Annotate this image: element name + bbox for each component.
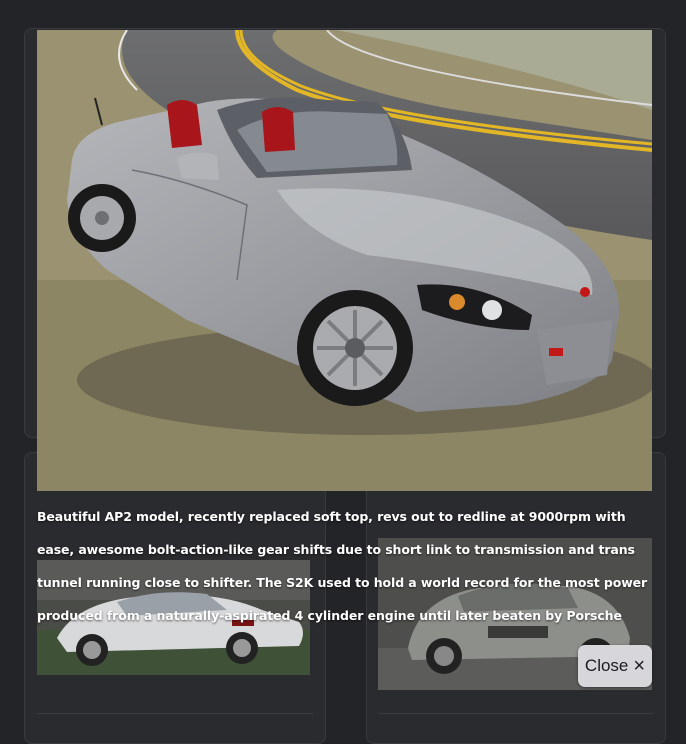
close-icon: × [633,655,646,677]
close-button-label: Close [584,656,629,675]
card-divider [37,713,313,714]
lightbox-caption: Beautiful AP2 model, recently replaced s… [37,509,648,623]
close-button[interactable]: Close × [578,645,652,687]
lightbox-photo [37,30,652,491]
card-divider [379,713,653,714]
